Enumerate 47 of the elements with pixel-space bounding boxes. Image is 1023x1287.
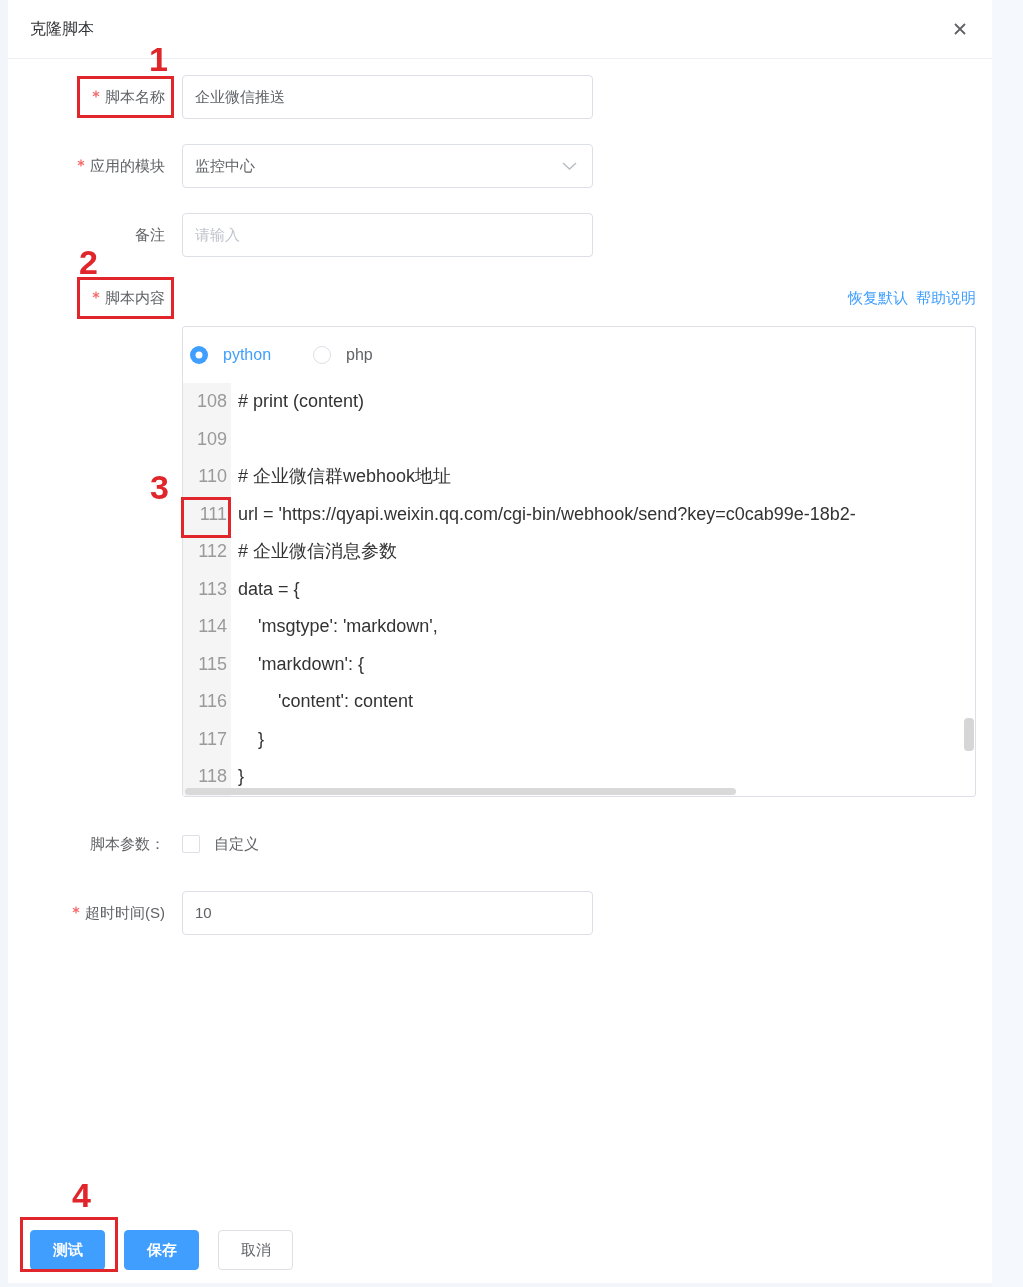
text-field[interactable]: 企业微信推送 — [182, 75, 593, 119]
close-button[interactable] — [952, 21, 968, 37]
annotation-box — [181, 497, 231, 538]
checkbox-label[interactable]: 自定义 — [214, 832, 259, 856]
code-line: 'markdown': { — [257, 653, 364, 675]
line-number: 117 — [198, 728, 227, 750]
line-number: 109 — [196, 428, 227, 450]
code-line: # 企业微信群webhook地址 — [238, 466, 452, 488]
line-number: 110 — [198, 466, 227, 488]
annotation-number: 4 — [72, 1178, 91, 1212]
annotation-number: 2 — [79, 245, 98, 279]
action-button[interactable]: 取消 — [218, 1230, 293, 1270]
close-icon — [954, 23, 966, 35]
field-label: 备注 — [135, 225, 165, 245]
line-number: 112 — [198, 541, 227, 563]
field-label: 脚本参数： — [90, 834, 165, 854]
annotation-number: 1 — [149, 42, 168, 76]
horizontal-scrollbar-thumb[interactable] — [185, 788, 736, 795]
field-label: 超时时间(S) — [85, 903, 165, 923]
radio-option[interactable]: php — [313, 343, 373, 367]
field-label: 脚本内容 — [105, 288, 165, 308]
field-label: 脚本名称 — [105, 87, 165, 107]
checkbox[interactable] — [182, 835, 200, 853]
code-line: 'content': content — [277, 691, 413, 713]
text-field[interactable]: 10 — [182, 891, 593, 935]
line-number: 111 — [199, 503, 227, 525]
code-line: } — [257, 728, 264, 750]
code-line: 'msgtype': 'markdown', — [257, 616, 438, 638]
chevron-down-icon — [562, 162, 577, 170]
code-line: } — [238, 766, 244, 788]
line-number: 108 — [196, 391, 227, 413]
line-number: 118 — [198, 766, 227, 788]
select-field[interactable]: 监控中心 — [182, 144, 593, 188]
radio-icon[interactable] — [313, 346, 332, 364]
line-number: 115 — [198, 653, 227, 675]
line-number: 116 — [198, 691, 227, 713]
code-line: # print (content) — [238, 391, 365, 413]
line-number: 114 — [198, 616, 227, 638]
line-number: 113 — [198, 578, 227, 600]
code-line: data = { — [238, 578, 300, 600]
vertical-scrollbar-thumb[interactable] — [964, 718, 974, 751]
dialog-title: 克隆脚本 — [30, 19, 94, 39]
radio-icon[interactable] — [190, 346, 208, 364]
code-line: # 企业微信消息参数 — [238, 541, 397, 563]
field-label: 应用的模块 — [90, 156, 165, 176]
code-line: url = 'https://qyapi.weixin.qq.com/cgi-bin/webhook/send?key=c0cab99e-18b2- — [238, 503, 856, 525]
annotation-number: 3 — [150, 469, 169, 504]
